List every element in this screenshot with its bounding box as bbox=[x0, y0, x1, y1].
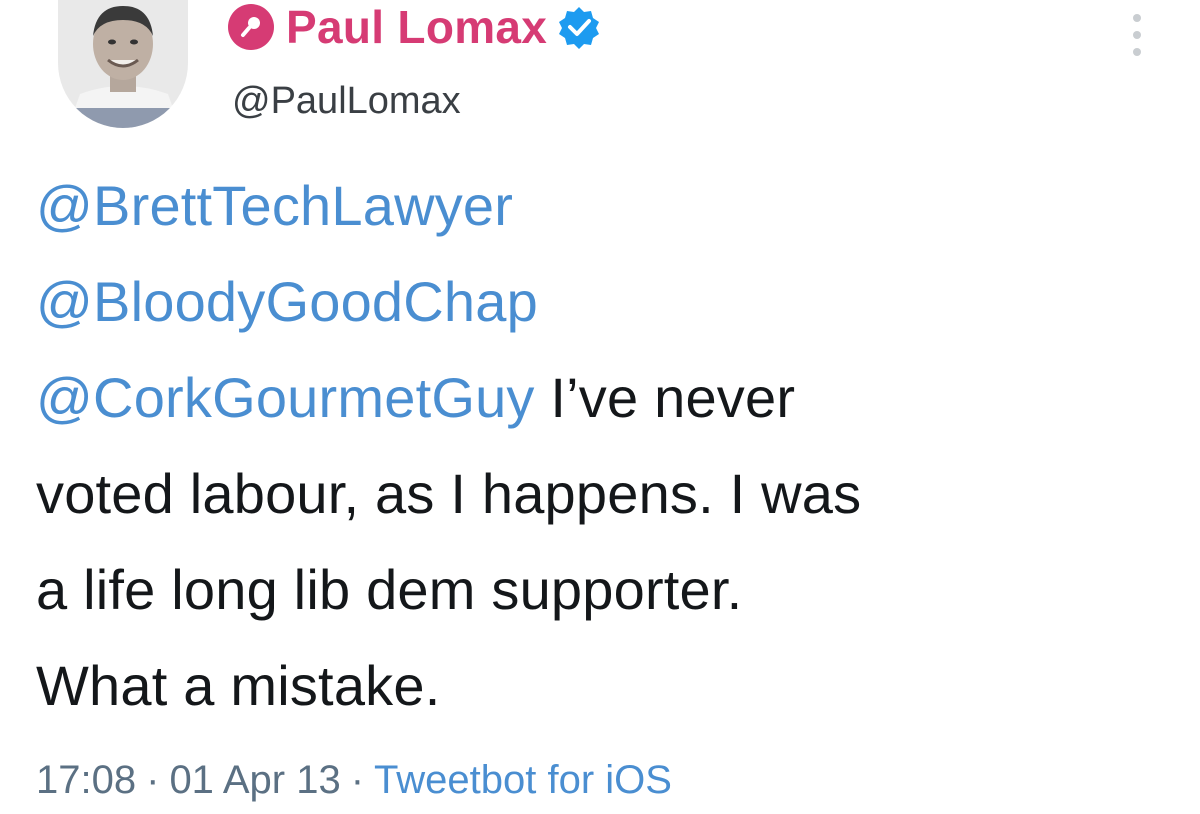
tweet-line-2: @BloodyGoodChap bbox=[36, 254, 1176, 350]
more-vertical-icon[interactable] bbox=[1130, 14, 1144, 56]
avatar-image: ty bbox=[58, 0, 188, 128]
tweet-line-6: What a mistake. bbox=[36, 654, 441, 717]
tweet-line-3: @CorkGourmetGuy I’ve never bbox=[36, 350, 1176, 446]
author-handle[interactable]: @PaulLomax bbox=[232, 78, 461, 124]
verified-badge-icon bbox=[557, 5, 601, 49]
meta-separator: · bbox=[146, 758, 160, 802]
tweet-time[interactable]: 17:08 bbox=[36, 758, 136, 802]
tweet-line-4: voted labour, as I happens. I was bbox=[36, 462, 862, 525]
tweet-meta: 17:08 · 01 Apr 13 · Tweetbot for iOS bbox=[36, 752, 672, 808]
tweet-line-5: a life long lib dem supporter. bbox=[36, 558, 743, 621]
tweet-body: @BrettTechLawyer @BloodyGoodChap @CorkGo… bbox=[36, 158, 1176, 734]
author-display-name[interactable]: Paul Lomax bbox=[286, 0, 547, 54]
mention-link[interactable]: @BloodyGoodChap bbox=[36, 270, 538, 333]
meta-separator: · bbox=[350, 758, 365, 802]
author-row: Paul Lomax bbox=[228, 0, 601, 54]
tweet-card: ty Paul Lomax @PaulLomax @BrettTechLawye… bbox=[0, 0, 1200, 814]
tweet-line-1: @BrettTechLawyer bbox=[36, 158, 1176, 254]
tweet-date[interactable]: 01 Apr 13 bbox=[169, 758, 340, 802]
mention-link[interactable]: @CorkGourmetGuy bbox=[36, 366, 535, 429]
avatar[interactable]: ty bbox=[58, 0, 188, 128]
tweet-source-link[interactable]: Tweetbot for iOS bbox=[374, 758, 672, 802]
microphone-icon bbox=[228, 4, 274, 50]
svg-text:ty: ty bbox=[62, 111, 73, 127]
mention-link[interactable]: @BrettTechLawyer bbox=[36, 174, 513, 237]
tweet-text-fragment: I’ve never bbox=[534, 366, 796, 429]
